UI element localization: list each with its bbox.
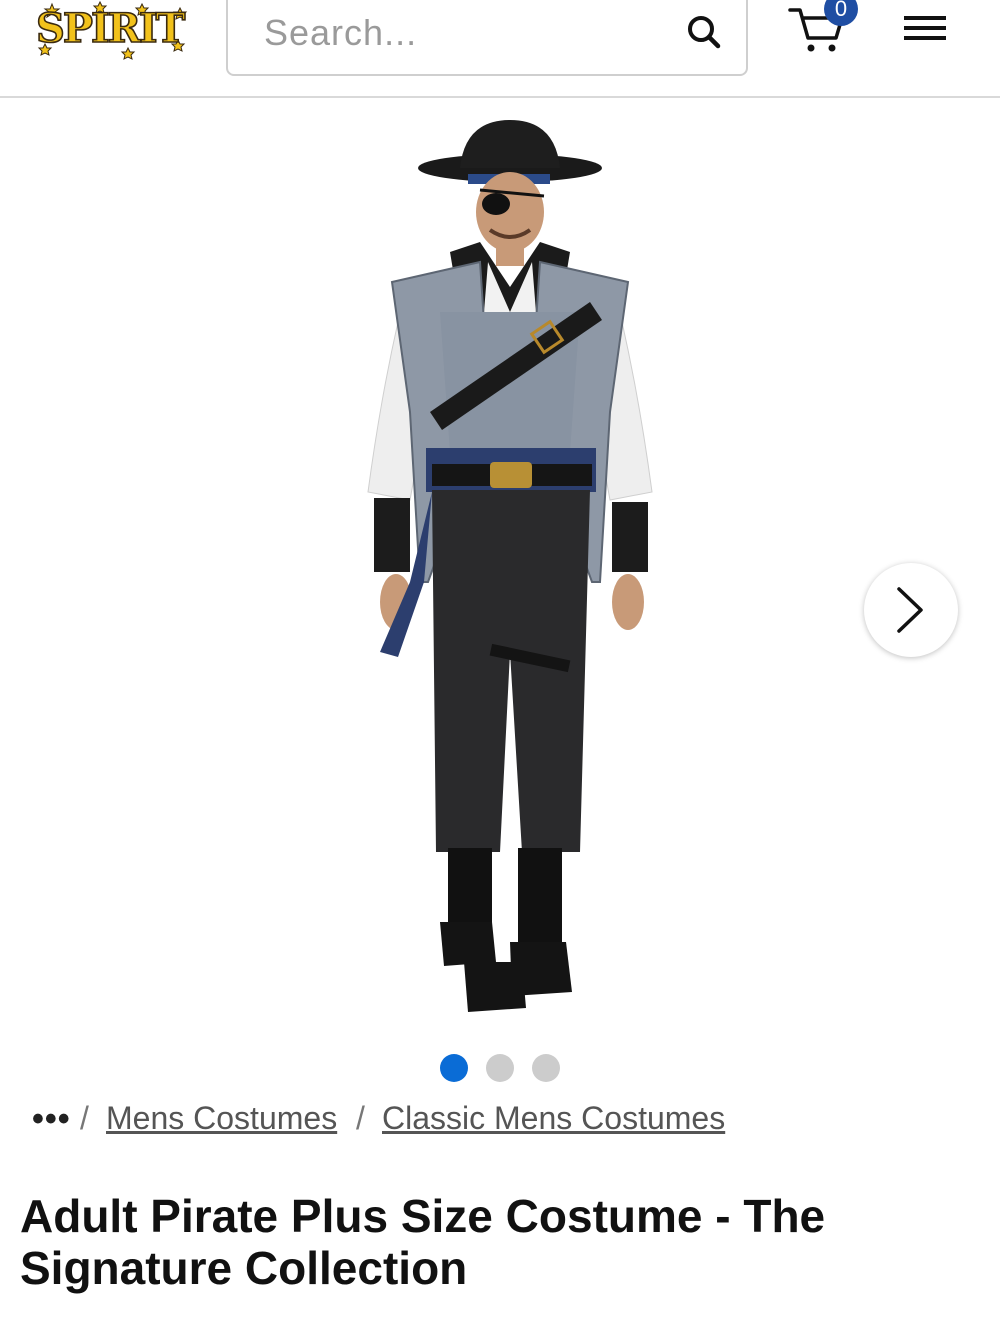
- breadcrumb-separator: /: [356, 1100, 365, 1136]
- search-bar: [226, 0, 748, 76]
- hamburger-menu-icon[interactable]: [902, 10, 948, 46]
- chevron-right-icon: [897, 587, 923, 633]
- spirit-logo[interactable]: SPIRIT: [30, 0, 202, 62]
- logo-text: SPIRIT: [36, 5, 186, 52]
- breadcrumb-link-classic-mens-costumes[interactable]: Classic Mens Costumes: [382, 1100, 725, 1137]
- site-header: SPIRIT 0: [0, 0, 1000, 98]
- breadcrumb-separator: /: [80, 1100, 89, 1136]
- breadcrumb-ellipsis[interactable]: •••: [32, 1100, 71, 1139]
- breadcrumb-link-mens-costumes[interactable]: Mens Costumes: [106, 1100, 337, 1137]
- cart-icon: [786, 8, 866, 64]
- carousel-dot-2[interactable]: [486, 1054, 514, 1082]
- carousel-dot-3[interactable]: [532, 1054, 560, 1082]
- image-carousel-dots: [440, 1054, 570, 1082]
- product-image[interactable]: [340, 112, 680, 1027]
- search-icon[interactable]: [684, 12, 724, 52]
- product-title: Adult Pirate Plus Size Costume - The Sig…: [20, 1190, 826, 1294]
- next-image-button[interactable]: [864, 563, 958, 657]
- carousel-dot-1[interactable]: [440, 1054, 468, 1082]
- search-input[interactable]: [264, 8, 664, 58]
